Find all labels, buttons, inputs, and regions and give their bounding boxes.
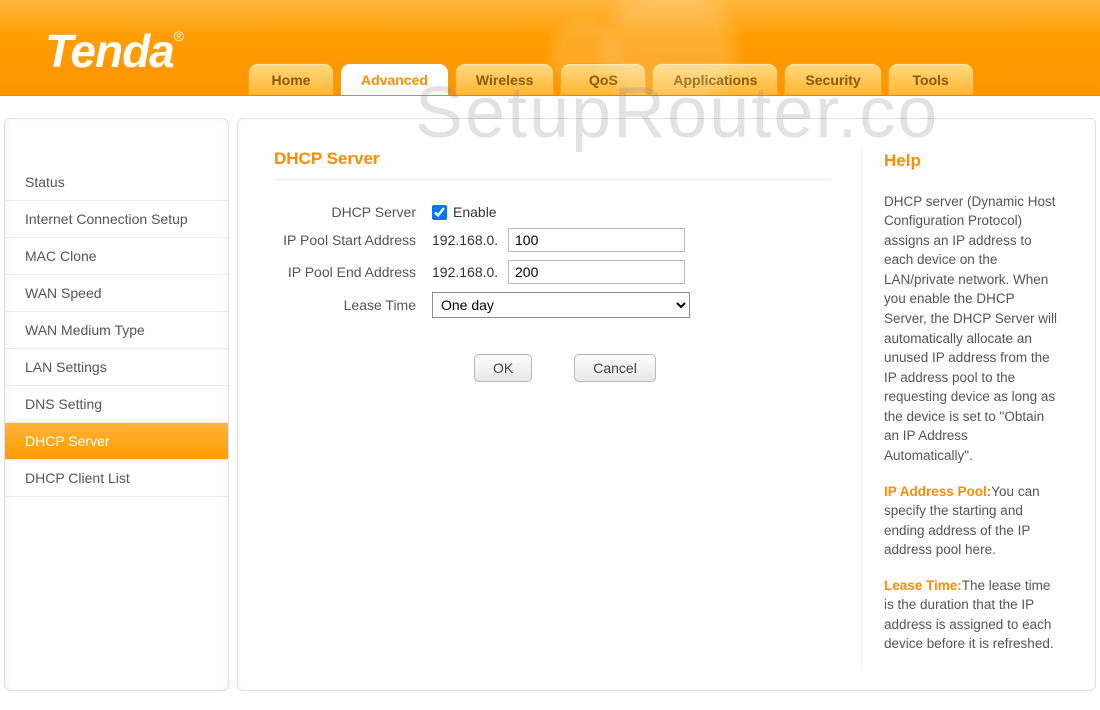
ip-prefix-start: 192.168.0. [432,232,502,248]
tab-advanced[interactable]: Advanced [340,63,449,95]
tab-tools[interactable]: Tools [888,63,974,95]
help-title: Help [884,149,1059,174]
ok-button[interactable]: OK [474,354,532,382]
lease-time-label: Lease Time [274,297,432,313]
lease-time-select[interactable]: One day [432,292,690,318]
enable-label: Enable [453,204,497,220]
brand-logo: Tenda® [45,24,183,78]
tab-qos[interactable]: QoS [560,63,646,95]
ip-pool-end-label: IP Pool End Address [274,264,432,280]
sidebar-item-dhcp-server[interactable]: DHCP Server [5,423,228,460]
sidebar-item-dhcp-client-list[interactable]: DHCP Client List [5,460,228,497]
sidebar-item-mac-clone[interactable]: MAC Clone [5,238,228,275]
tab-applications[interactable]: Applications [652,63,778,95]
sidebar-item-internet-connection-setup[interactable]: Internet Connection Setup [5,201,228,238]
sidebar-item-wan-medium-type[interactable]: WAN Medium Type [5,312,228,349]
content-area: DHCP Server DHCP Server Enable IP Pool S… [274,149,831,670]
page-title: DHCP Server [274,149,831,180]
ip-pool-end-input[interactable] [508,260,685,284]
help-keyword-lease-time: Lease Time: [884,578,962,593]
sidebar-item-status[interactable]: Status [5,164,228,201]
sidebar-item-wan-speed[interactable]: WAN Speed [5,275,228,312]
main-panel: DHCP Server DHCP Server Enable IP Pool S… [237,118,1096,691]
tab-wireless[interactable]: Wireless [455,63,554,95]
enable-checkbox[interactable] [432,205,447,220]
dhcp-server-label: DHCP Server [274,204,432,220]
help-paragraph-1: DHCP server (Dynamic Host Configuration … [884,192,1059,466]
brand-text: Tenda [45,25,174,77]
main-tabs: HomeAdvancedWirelessQoSApplicationsSecur… [248,63,974,95]
sidebar: StatusInternet Connection SetupMAC Clone… [4,118,229,691]
ip-pool-start-label: IP Pool Start Address [274,232,432,248]
help-paragraph-2: IP Address Pool:You can specify the star… [884,482,1059,560]
tab-home[interactable]: Home [248,63,334,95]
ip-prefix-end: 192.168.0. [432,264,502,280]
tab-security[interactable]: Security [784,63,881,95]
help-paragraph-3: Lease Time:The lease time is the duratio… [884,576,1059,654]
sidebar-item-lan-settings[interactable]: LAN Settings [5,349,228,386]
sidebar-item-dns-setting[interactable]: DNS Setting [5,386,228,423]
header: Tenda® HomeAdvancedWirelessQoSApplicatio… [0,0,1100,96]
registered-mark-icon: ® [174,28,183,44]
ip-pool-start-input[interactable] [508,228,685,252]
cancel-button[interactable]: Cancel [574,354,656,382]
help-keyword-ip-pool: IP Address Pool: [884,484,991,499]
help-panel: Help DHCP server (Dynamic Host Configura… [861,149,1059,670]
